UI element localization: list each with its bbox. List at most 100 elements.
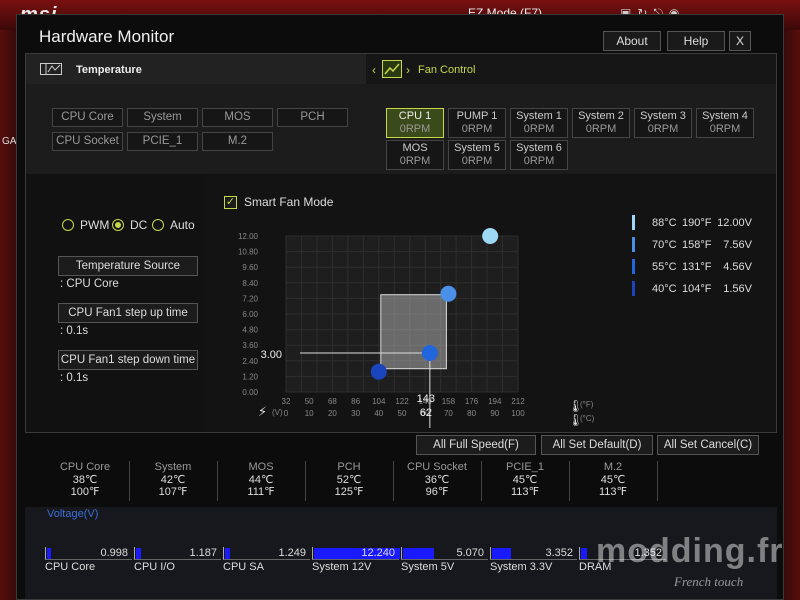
x-tick-label-c: 70	[444, 409, 453, 418]
temperature-source-button[interactable]: Temperature Source	[58, 256, 198, 276]
voltage-bar: 5.070	[401, 547, 488, 560]
chevron-left-icon[interactable]: ‹	[372, 63, 376, 77]
fan-control-title: Fan Control	[418, 64, 476, 76]
sensor-tab-m2[interactable]: M.2	[202, 132, 273, 151]
legend-swatch	[632, 259, 635, 274]
fan-curve-chart[interactable]: 12.00 10.80 9.60 8.40 7.20 6.00 4.80 3.60 2.40 1.…	[206, 174, 776, 432]
reading-fahrenheit: 107℉	[158, 486, 188, 498]
y-tick-label: 4.80	[242, 326, 258, 335]
voltage-title: Voltage(V)	[47, 508, 99, 520]
close-button[interactable]: X	[729, 31, 751, 51]
reading-cpu-core: CPU Core 38℃ 100℉	[41, 461, 129, 499]
legend-celsius: 70°C	[652, 239, 677, 251]
x-tick-label-c: 80	[467, 409, 476, 418]
fan-name: System 1	[516, 110, 562, 122]
fan-system-4-button[interactable]: System 4 0RPM	[696, 108, 754, 138]
x-tick-label-f: 176	[465, 397, 479, 406]
marker-x-value-f: 143	[417, 393, 435, 405]
pwm-radio[interactable]	[62, 219, 74, 231]
voltage-bar-fill	[47, 548, 52, 559]
fan-pump-1-button[interactable]: PUMP 1 0RPM	[448, 108, 506, 138]
reading-pcie_1: PCIE_1 45℃ 113℉	[481, 461, 569, 499]
voltage-name: CPU Core	[45, 561, 96, 573]
sensor-tabs-area: CPU Core System MOS PCH CPU Socket PCIE_…	[26, 84, 776, 174]
sensor-tab-system[interactable]: System	[127, 108, 198, 127]
voltage-value: 1.187	[189, 547, 217, 559]
step-up-time-button[interactable]: CPU Fan1 step up time	[58, 303, 198, 323]
y-tick-label: 6.00	[242, 310, 258, 319]
y-tick-label: 12.00	[238, 232, 259, 241]
dc-label: DC	[130, 218, 148, 232]
fan-system-6-button[interactable]: System 6 0RPM	[510, 140, 568, 170]
fan-system-5-button[interactable]: System 5 0RPM	[448, 140, 506, 170]
fan-name: System 5	[454, 142, 500, 154]
voltage-value: 5.070	[456, 547, 484, 559]
chevron-right-icon[interactable]: ›	[406, 63, 410, 77]
x-tick-label-c: 50	[398, 409, 407, 418]
hardware-monitor-window: Hardware Monitor About Help X Temperatur…	[16, 14, 784, 600]
reading-celsius: 44℃	[248, 473, 274, 486]
curve-point-3[interactable]	[440, 285, 457, 302]
reading-pch: PCH 52℃ 125℉	[305, 461, 393, 499]
legend-voltage: 4.56V	[723, 261, 752, 273]
voltage-bar-fill	[136, 548, 142, 559]
reading-celsius: 36℃	[424, 473, 450, 486]
sensor-tab-pcie-1[interactable]: PCIE_1	[127, 132, 198, 151]
side-label: GA	[2, 136, 17, 147]
fan-name: System 6	[516, 142, 562, 154]
voltage-bar-fill	[492, 548, 511, 559]
about-button[interactable]: About	[603, 31, 661, 51]
all-set-cancel-button[interactable]: All Set Cancel(C)	[657, 435, 759, 455]
y-tick-label: 9.60	[242, 263, 258, 272]
y-tick-label: 0.00	[242, 388, 258, 397]
sensor-tab-mos[interactable]: MOS	[202, 108, 273, 127]
selected-range-box	[380, 294, 447, 370]
fan-system-3-button[interactable]: System 3 0RPM	[634, 108, 692, 138]
reading-fahrenheit: 113℉	[510, 486, 539, 498]
fan-rpm: 0RPM	[399, 123, 431, 135]
fan-mos-button[interactable]: MOS 0RPM	[386, 140, 444, 170]
fan-cpu-1-button[interactable]: CPU 1 0RPM	[386, 108, 444, 138]
reading-name: M.2	[603, 461, 623, 473]
sensor-tab-cpu-socket[interactable]: CPU Socket	[52, 132, 123, 151]
y-tick-label: 10.80	[238, 248, 259, 257]
help-button[interactable]: Help	[667, 31, 725, 51]
x-tick-label-f: 68	[328, 397, 337, 406]
all-full-speed-button[interactable]: All Full Speed(F)	[416, 435, 536, 455]
reading-cpu-socket: CPU Socket 36℃ 96℉	[393, 461, 481, 499]
fan-system-1-button[interactable]: System 1 0RPM	[510, 108, 568, 138]
x-tick-label-f: 32	[282, 397, 291, 406]
window-title: Hardware Monitor	[39, 27, 175, 46]
x-tick-label-f: 86	[351, 397, 360, 406]
step-down-time-button[interactable]: CPU Fan1 step down time	[58, 350, 198, 370]
x-tick-label-c: 100	[511, 409, 525, 418]
curve-point-2[interactable]	[421, 345, 438, 361]
x-tick-label-c: 40	[374, 409, 383, 418]
legend-voltage: 12.00V	[717, 217, 752, 229]
all-set-default-button[interactable]: All Set Default(D)	[541, 435, 653, 455]
reading-name: MOS	[248, 461, 274, 473]
reading-divider	[657, 461, 658, 501]
curve-point-4[interactable]	[482, 228, 499, 244]
sensor-tab-pch[interactable]: PCH	[277, 108, 348, 127]
x-tick-label-c: 20	[328, 409, 337, 418]
fan-rpm: 0RPM	[709, 123, 741, 135]
curve-point-1[interactable]	[370, 363, 387, 380]
watermark-logo: modding.fr	[596, 532, 784, 570]
fan-control-header: ‹ › Fan Control	[366, 54, 776, 84]
x-tick-label-c: 90	[490, 409, 499, 418]
fan-system-2-button[interactable]: System 2 0RPM	[572, 108, 630, 138]
auto-label: Auto	[170, 218, 195, 232]
voltage-bar: 12.240	[312, 547, 400, 560]
voltage-system-5v: 5.070 System 5V	[401, 547, 488, 587]
auto-radio[interactable]	[152, 219, 164, 231]
dc-radio[interactable]	[112, 219, 124, 231]
legend-fahrenheit: 158°F	[682, 239, 712, 251]
reading-mos: MOS 44℃ 111℉	[217, 461, 305, 499]
reading-celsius: 42℃	[160, 473, 186, 486]
sensor-tab-cpu-core[interactable]: CPU Core	[52, 108, 123, 127]
voltage-name: CPU SA	[223, 561, 264, 573]
voltage-name: CPU I/O	[134, 561, 175, 573]
marker-y-value: 3.00	[261, 349, 282, 361]
legend-celsius: 55°C	[652, 261, 677, 273]
